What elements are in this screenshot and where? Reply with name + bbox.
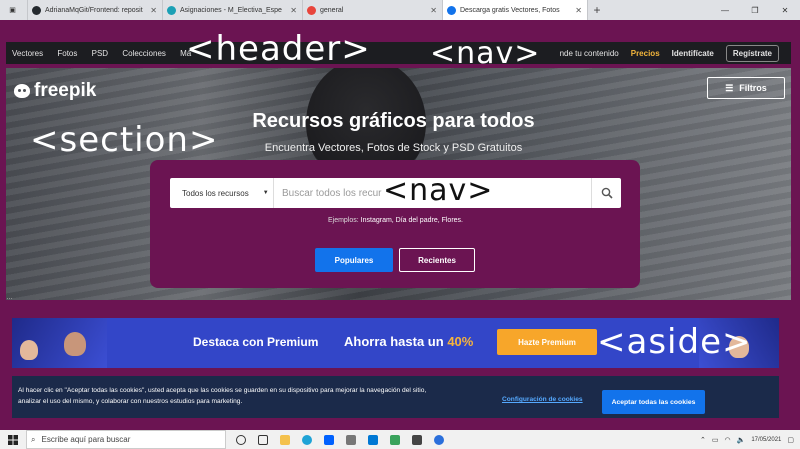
banner-illustration [12, 318, 107, 368]
popular-button[interactable]: Populares [315, 248, 393, 272]
close-tab-icon[interactable]: ✕ [290, 6, 297, 15]
accept-cookies-button[interactable]: Aceptar todas las cookies [602, 390, 705, 414]
cookie-banner: Al hacer clic en "Aceptar todas las cook… [12, 376, 779, 418]
system-tray: ⌃ ▭ ◠ 🔈 17/05/2021 ▢ [700, 430, 794, 449]
clock[interactable]: 17/05/2021 [751, 436, 781, 444]
recent-button[interactable]: Recientes [399, 248, 475, 272]
nav-vectores[interactable]: Vectores [12, 49, 43, 58]
windows-start-icon[interactable] [0, 430, 26, 449]
nav-colecciones[interactable]: Colecciones [122, 49, 166, 58]
notifications-icon[interactable]: ▢ [787, 436, 794, 444]
tab-title: general [320, 6, 344, 14]
photo-credit[interactable]: … [6, 294, 13, 301]
browser-tab-active[interactable]: Descarga gratis Vectores, Fotos ✕ [443, 0, 588, 20]
taskbar-apps [236, 434, 444, 445]
close-tab-icon[interactable]: ✕ [430, 6, 437, 15]
edge-icon[interactable] [302, 434, 312, 445]
sliders-icon: ☰ [725, 82, 734, 93]
app-icon[interactable] [412, 434, 422, 445]
freepik-logo-icon [14, 84, 30, 98]
annotation-aside: <aside> [597, 322, 752, 362]
premium-text: Destaca con Premium [193, 335, 319, 349]
dropbox-icon[interactable] [324, 434, 334, 445]
wifi-icon[interactable]: ◠ [725, 436, 731, 444]
tab-title: Asignaciones - M_Electiva_Espe [180, 6, 282, 14]
chevron-down-icon: ▼ [262, 190, 269, 196]
teams-icon [307, 5, 316, 15]
login-link[interactable]: Identifícate [672, 49, 714, 58]
annotation-nav-search: <nav> [383, 173, 494, 208]
register-button[interactable]: Regístrate [725, 44, 779, 62]
mail-icon[interactable] [368, 434, 378, 445]
search-button[interactable] [591, 178, 621, 208]
annotation-section: <section> [30, 120, 219, 160]
browser-tab-bar: ▣ AdrianaMqGit/Frontend: reposit ✕ Asign… [0, 0, 800, 20]
minimize-icon[interactable]: — [710, 6, 740, 15]
freepik-logo[interactable]: freepik [14, 80, 96, 102]
github-icon [32, 5, 41, 15]
windows-taskbar: ⌕ Escribe aquí para buscar ⌃ ▭ ◠ 🔈 17/05… [0, 430, 800, 449]
close-tab-icon[interactable]: ✕ [150, 6, 157, 15]
browser-tab[interactable]: general ✕ [303, 0, 443, 20]
app-icon[interactable] [390, 434, 400, 445]
sell-content-link[interactable]: nde tu contenido [560, 49, 619, 58]
volume-icon[interactable]: 🔈 [737, 436, 746, 444]
new-tab-button[interactable]: + [588, 3, 606, 17]
browser-tab[interactable]: Asignaciones - M_Electiva_Espe ✕ [163, 0, 303, 20]
battery-icon[interactable]: ▭ [712, 436, 719, 444]
tab-title: Descarga gratis Vectores, Fotos [460, 6, 560, 14]
teams-icon [167, 5, 176, 15]
close-tab-icon[interactable]: ✕ [575, 6, 582, 15]
chevron-up-icon[interactable]: ⌃ [700, 436, 706, 444]
browser-tab[interactable]: AdrianaMqGit/Frontend: reposit ✕ [28, 0, 163, 20]
annotation-nav: <nav> [430, 36, 541, 71]
pricing-link[interactable]: Precios [631, 49, 660, 58]
example-links[interactable]: Instagram, Día del padre, Flores. [361, 217, 463, 224]
search-examples: Ejemplos: Instagram, Día del padre, Flor… [327, 217, 463, 224]
site-header-nav: Vectores Fotos PSD Colecciones Má nde tu… [6, 42, 791, 64]
file-explorer-icon[interactable] [280, 434, 290, 445]
freepik-icon [447, 5, 456, 15]
search-icon [601, 187, 613, 199]
maximize-icon[interactable]: ❐ [740, 6, 770, 15]
category-select[interactable]: Todos los recursos ▼ [170, 178, 274, 208]
tab-actions-icon[interactable]: ▣ [0, 0, 28, 20]
task-view-icon[interactable] [258, 434, 268, 445]
search-icon: ⌕ [31, 434, 36, 444]
annotation-header: <header> [186, 29, 371, 69]
taskbar-search[interactable]: ⌕ Escribe aquí para buscar [26, 430, 226, 449]
chrome-icon[interactable] [434, 434, 444, 445]
nav-fotos[interactable]: Fotos [57, 49, 77, 58]
store-icon[interactable] [346, 434, 356, 445]
cookie-settings-link[interactable]: Configuración de cookies [502, 394, 583, 405]
cortana-icon[interactable] [236, 434, 246, 445]
close-window-icon[interactable]: ✕ [770, 6, 800, 15]
tab-title: AdrianaMqGit/Frontend: reposit [45, 6, 143, 14]
nav-psd[interactable]: PSD [92, 49, 108, 58]
premium-savings: Ahorra hasta un 40% [344, 334, 474, 349]
get-premium-button[interactable]: Hazte Premium [497, 329, 597, 355]
cookie-message: Al hacer clic en "Aceptar todas las cook… [18, 387, 427, 405]
filters-button[interactable]: ☰ Filtros [707, 77, 785, 99]
window-controls: — ❐ ✕ [710, 0, 800, 20]
